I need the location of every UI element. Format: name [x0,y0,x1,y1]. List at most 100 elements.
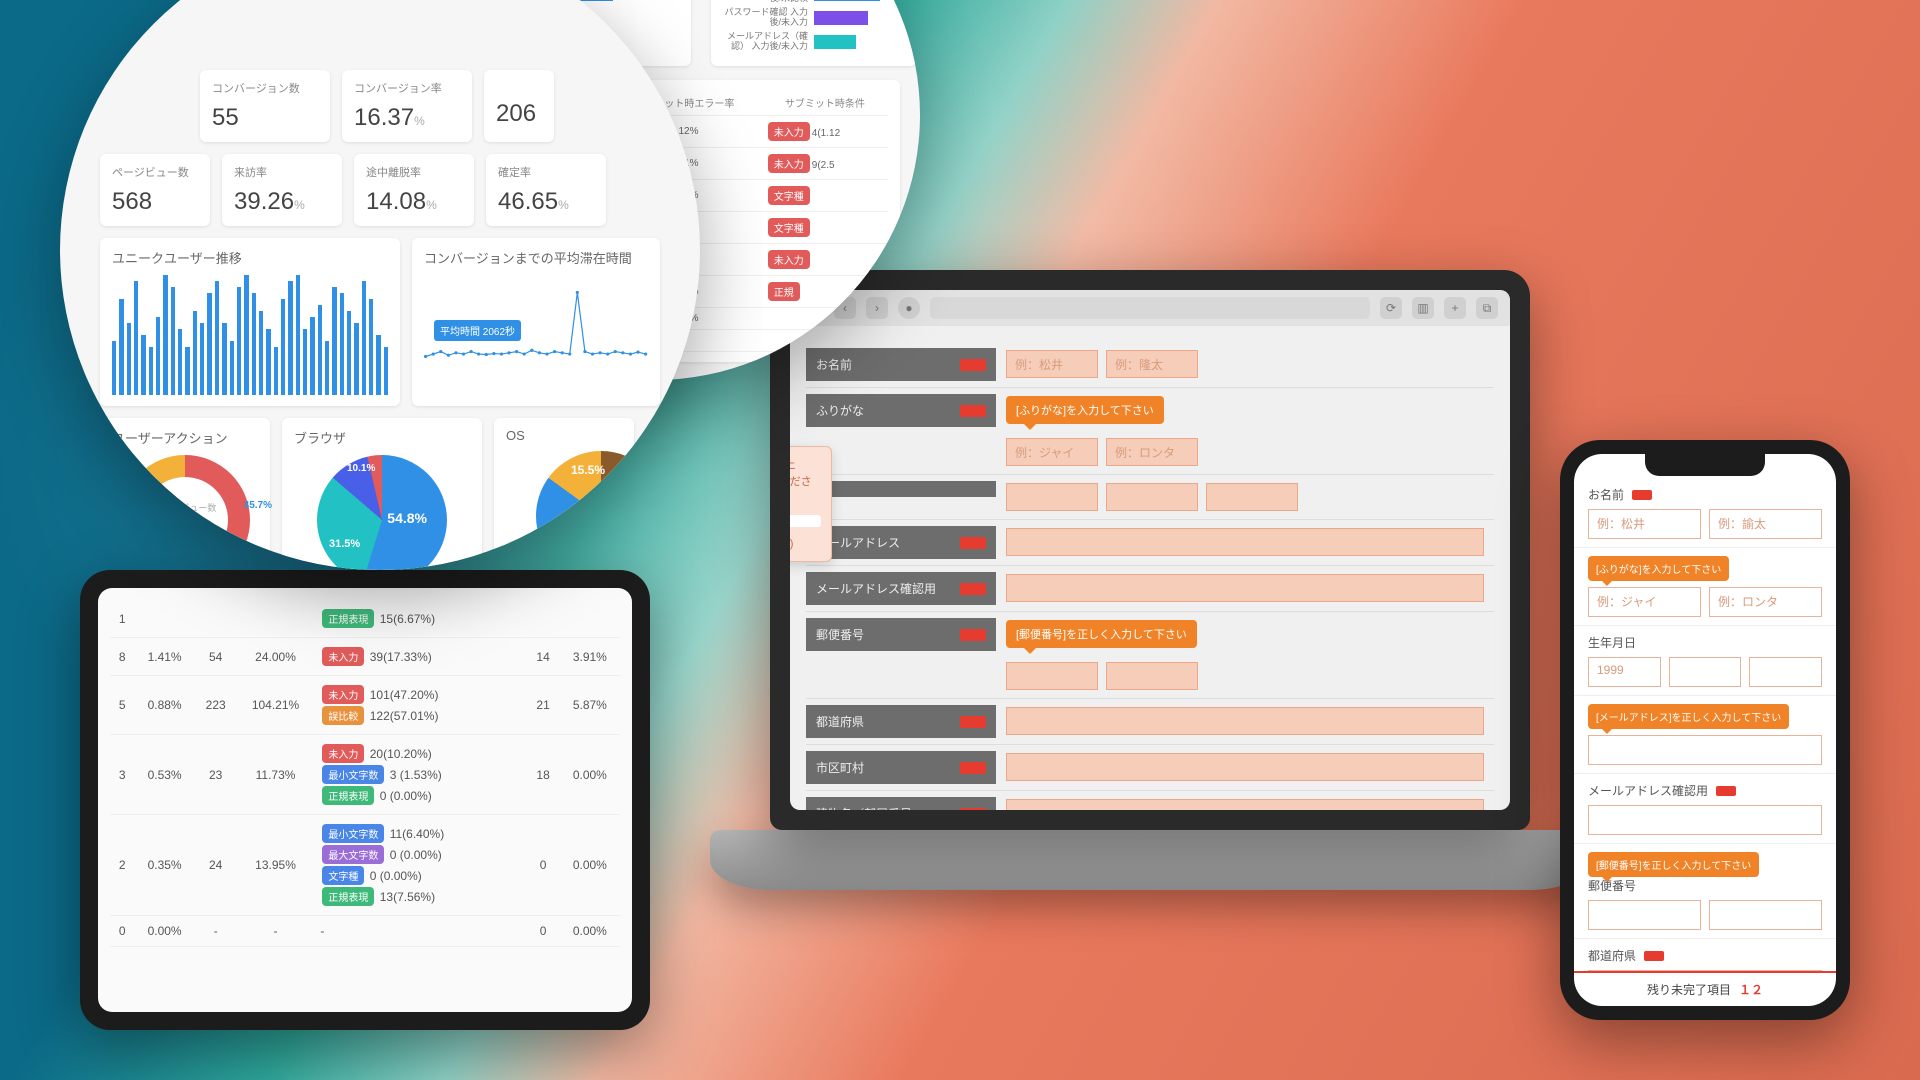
form-row: 建物名／部屋番号 [806,791,1494,810]
progress-popover: 必須項目に入力の上送信ボタンを押してください。 入力進捗 0% (0/15) [790,446,832,562]
form-input[interactable] [1006,753,1484,781]
required-badge [960,762,986,774]
form-label: 市区町村 [806,751,996,784]
form-input[interactable] [1106,662,1198,690]
table-row: 30.53%2311.73%未入力 20(10.20%)最小文字数 3 (1.5… [110,735,620,815]
phone-tooltip: [メールアドレス]を正しく入力して下さい [1588,704,1789,729]
phone-form-input[interactable] [1588,805,1822,835]
form-input[interactable]: 例：ジャイ [1006,438,1098,466]
phone-form-row: メールアドレス確認用 [1574,774,1836,844]
form-row: 郵便番号 [郵便番号]を正しく入力して下さい [806,612,1494,699]
form-input[interactable] [1106,483,1198,511]
required-badge [960,716,986,728]
form-area: 必須項目に入力の上送信ボタンを押してください。 入力進捗 0% (0/15) お… [790,326,1510,810]
required-badge [960,583,986,595]
phone-form-input[interactable]: 例：ロンタ [1709,587,1822,617]
phone-form-label: 生年月日 [1588,634,1822,651]
laptop-mockup: ☰ ‹ › ● ⟳ ▥ + ⧉ 必須項目に入力の上送信ボタンを押してください。 … [710,270,1590,910]
user-action-title: ユーザーアクション [112,428,228,447]
form-input[interactable]: 例：隆太 [1106,350,1198,378]
phone-form-input[interactable]: 例：諭太 [1709,509,1822,539]
phone-form-input[interactable] [1669,657,1742,687]
form-label: メールアドレス [806,526,996,559]
phone-form-label: 郵便番号 [1588,877,1822,894]
form-row: ふりがな [ふりがな]を入力して下さい例：ジャイ例：ロンタ [806,388,1494,475]
phone-tooltip: [ふりがな]を入力して下さい [1588,556,1729,581]
tooltip-zip: [郵便番号]を正しく入力して下さい [1006,620,1197,648]
form-label: ふりがな [806,394,996,427]
form-input[interactable] [1006,799,1484,810]
phone-footer: 残り未完了項目１２ [1574,971,1836,1006]
required-badge [1716,786,1736,796]
table-row: 20.35%2413.95%最小文字数 11(6.40%)最大文字数 0 (0.… [110,815,620,916]
avg-time-badge: 平均時間 2062秒 [434,320,521,341]
phone-tooltip: [郵便番号]を正しく入力して下さい [1588,852,1759,877]
tablet-mockup: 1正規表現 15(6.67%)81.41%5424.00%未入力 39(17.3… [80,570,650,1030]
avg-time-title: コンバージョンまでの平均滞在時間 [424,248,648,267]
table-row: 00.00%---00.00% [110,916,620,947]
form-input[interactable] [1006,707,1484,735]
table-row: 81.41%5424.00%未入力 39(17.33%)143.91% [110,638,620,676]
form-input[interactable]: 例：松井 [1006,350,1098,378]
dashboard-zoom-front: コンバージョン数55 コンバージョン率16.37% 206 ページビュー数568… [60,0,700,570]
form-row: お名前例：松井例：隆太 [806,342,1494,388]
unique-users-title: ユニークユーザー推移 [112,248,388,267]
unique-users-bar-chart [112,275,388,395]
phone-form-input[interactable] [1749,657,1822,687]
form-row [806,475,1494,520]
form-row: メールアドレス [806,520,1494,566]
phone-form-label: 都道府県 [1588,947,1822,964]
reload-button[interactable]: ● [898,297,920,319]
phone-form-row: [ふりがな]を入力して下さい例：ジャイ例：ロンタ [1574,548,1836,626]
phone-form-label: お名前 [1588,486,1822,503]
form-label: メールアドレス確認用 [806,572,996,605]
kpi-value: 55 [212,104,318,132]
required-badge [1644,951,1664,961]
phone-form-row: お名前例：松井例：諭太 [1574,478,1836,548]
phone-form-label: メールアドレス確認用 [1588,782,1822,799]
form-row: 市区町村 [806,745,1494,791]
form-input[interactable]: 例：ロンタ [1106,438,1198,466]
table-row: 50.88%223104.21%未入力 101(47.20%)誤比較 122(5… [110,676,620,735]
required-badge [960,629,986,641]
required-badge [1632,490,1652,500]
reload-icon[interactable]: ⟳ [1380,297,1402,319]
form-input[interactable] [1006,662,1098,690]
error-breakdown-table: 1正規表現 15(6.67%)81.41%5424.00%未入力 39(17.3… [110,600,620,947]
browser-pie [317,455,447,570]
form-row: メールアドレス確認用 [806,566,1494,612]
phone-form-row: 都道府県 [1574,939,1836,971]
form-label [806,481,996,497]
form-row: 都道府県 [806,699,1494,745]
phone-mockup: お名前例：松井例：諭太[ふりがな]を入力して下さい例：ジャイ例：ロンタ生年月日1… [1560,440,1850,1020]
form-input[interactable] [1206,483,1298,511]
required-badge [960,808,986,811]
form-label: 都道府県 [806,705,996,738]
tooltip-furigana: [ふりがな]を入力して下さい [1006,396,1164,424]
url-bar[interactable] [930,297,1370,319]
phone-form-input[interactable]: 例：松井 [1588,509,1701,539]
kpi-label: コンバージョン数 [212,80,318,96]
phone-form-input[interactable] [1588,900,1701,930]
form-input[interactable] [1006,574,1484,602]
phone-form-input[interactable] [1588,735,1822,765]
add-tab-icon[interactable]: + [1444,297,1466,319]
phone-form-input[interactable]: 例：ジャイ [1588,587,1701,617]
form-input[interactable] [1006,528,1484,556]
kpi-label: ページビュー数 [112,164,198,180]
form-label: 郵便番号 [806,618,996,651]
os-title: OS [506,428,622,443]
phone-form-input[interactable]: 1999 [1588,657,1661,687]
required-badge [960,359,986,371]
form-input[interactable] [1006,483,1098,511]
browser-title: ブラウザ [294,428,346,447]
required-badge [960,405,986,417]
required-badge [960,537,986,549]
form-label: 建物名／部屋番号 [806,797,996,810]
table-row: 1正規表現 15(6.67%) [110,600,620,638]
bookmark-icon[interactable]: ▥ [1412,297,1434,319]
tabs-icon[interactable]: ⧉ [1476,297,1498,319]
phone-form-input[interactable] [1709,900,1822,930]
phone-form-row: [郵便番号]を正しく入力して下さい郵便番号 [1574,844,1836,939]
phone-form-row: 生年月日 1999 [1574,626,1836,696]
